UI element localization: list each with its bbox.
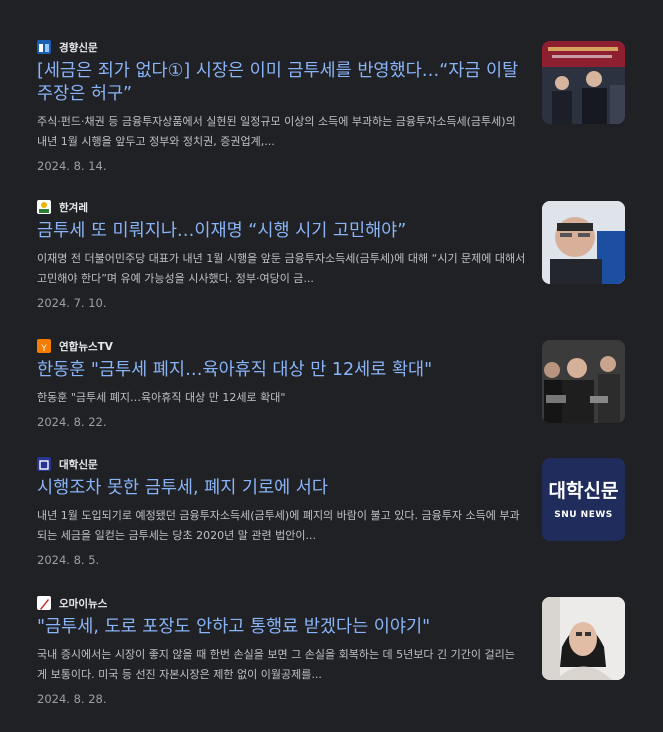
yonhapnewstv-logo-icon: Y xyxy=(37,339,51,353)
news-title-link[interactable]: 시행조차 못한 금투세, 폐지 기로에 서다 xyxy=(37,477,522,500)
news-snippet: 내년 1월 도입되기로 예정됐던 금융투자소득세(금투세)에 폐지의 바람이 불… xyxy=(37,509,520,542)
news-results-list: 경향신문 [세금은 죄가 없다①] 시장은 이미 금투세를 반영했다…“자금 이… xyxy=(37,38,625,732)
news-title-link[interactable]: [세금은 죄가 없다①] 시장은 이미 금투세를 반영했다…“자금 이탈 주장은… xyxy=(37,60,522,106)
svg-text:Y: Y xyxy=(40,344,47,353)
thumbnail-text: 대학신문 xyxy=(548,480,619,502)
news-title-link[interactable]: 한동훈 "금투세 폐지…육아휴직 대상 만 12세로 확대" xyxy=(37,359,522,382)
news-date: 2024. 7. 10. xyxy=(37,296,107,310)
news-source[interactable]: 한겨레 xyxy=(37,198,625,216)
news-thumbnail[interactable] xyxy=(542,597,625,680)
snu-news-logo-icon xyxy=(37,457,51,471)
news-date: 2024. 8. 22. xyxy=(37,415,107,429)
news-thumbnail[interactable] xyxy=(542,201,625,284)
news-item[interactable]: 한겨레 금투세 또 미뤄지나…이재명 “시행 시기 고민해야” 이재명 전 더불… xyxy=(37,198,625,337)
news-source[interactable]: 대학신문 xyxy=(37,455,625,473)
news-snippet: 국내 증시에서는 시장이 좋지 않을 때 한번 손실을 보면 그 손실을 회복하… xyxy=(37,648,515,681)
news-source[interactable]: 오마이뉴스 xyxy=(37,594,625,612)
source-name: 대학신문 xyxy=(59,458,98,471)
news-thumbnail[interactable] xyxy=(542,340,625,423)
news-snippet: 한동훈 "금투세 폐지…육아휴직 대상 만 12세로 확대" xyxy=(37,391,286,404)
news-thumbnail[interactable]: 대학신문 SNU NEWS xyxy=(542,458,625,541)
news-date: 2024. 8. 28. xyxy=(37,692,107,706)
news-title-link[interactable]: 금투세 또 미뤄지나…이재명 “시행 시기 고민해야” xyxy=(37,220,522,243)
news-date: 2024. 8. 5. xyxy=(37,553,100,567)
hankyoreh-logo-icon xyxy=(37,200,51,214)
source-name: 경향신문 xyxy=(59,41,98,54)
news-date: 2024. 8. 14. xyxy=(37,159,107,173)
thumbnail-subtext: SNU NEWS xyxy=(554,510,613,520)
news-item[interactable]: 오마이뉴스 "금투세, 도로 포장도 안하고 통행료 받겠다는 이야기" 국내 … xyxy=(37,594,625,732)
news-item[interactable]: 대학신문 시행조차 못한 금투세, 폐지 기로에 서다 내년 1월 도입되기로 … xyxy=(37,455,625,594)
news-source[interactable]: Y 연합뉴스TV xyxy=(37,337,625,355)
news-snippet: 주식·펀드·채권 등 금융투자상품에서 실현된 일정규모 이상의 소득에 부과하… xyxy=(37,115,516,148)
news-thumbnail[interactable] xyxy=(542,41,625,124)
news-snippet: 이재명 전 더불어민주당 대표가 내년 1월 시행을 앞둔 금융투자소득세(금투… xyxy=(37,252,526,285)
ohmynews-logo-icon xyxy=(37,596,51,610)
source-name: 오마이뉴스 xyxy=(59,597,108,610)
source-name: 한겨레 xyxy=(59,201,88,214)
source-name: 연합뉴스TV xyxy=(59,340,113,353)
news-title-link[interactable]: "금투세, 도로 포장도 안하고 통행료 받겠다는 이야기" xyxy=(37,616,522,639)
news-source[interactable]: 경향신문 xyxy=(37,38,625,56)
news-item[interactable]: Y 연합뉴스TV 한동훈 "금투세 폐지…육아휴직 대상 만 12세로 확대" … xyxy=(37,337,625,455)
kyunghyang-logo-icon xyxy=(37,40,51,54)
news-item[interactable]: 경향신문 [세금은 죄가 없다①] 시장은 이미 금투세를 반영했다…“자금 이… xyxy=(37,38,625,198)
